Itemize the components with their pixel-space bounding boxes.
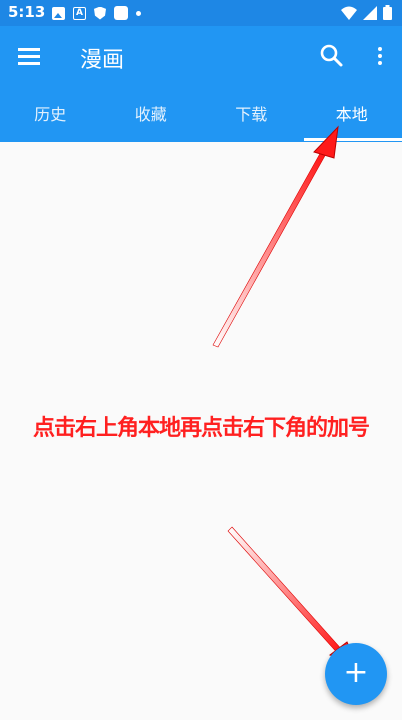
instruction-text: 点击右上角本地再点击右下角的加号 <box>32 415 370 441</box>
square-icon <box>114 6 128 20</box>
more-options-button[interactable] <box>368 40 392 72</box>
status-time: 5:13 <box>8 3 46 21</box>
tab-indicator <box>304 138 402 141</box>
search-icon <box>320 44 343 67</box>
more-vert-icon <box>378 47 382 51</box>
app-bar: 漫画 历史 收藏 下载 本地 <box>0 26 402 142</box>
signal-icon <box>363 5 377 20</box>
tab-history[interactable]: 历史 <box>0 88 101 142</box>
text-a-icon: A <box>73 6 86 20</box>
tab-downloads[interactable]: 下载 <box>201 88 302 142</box>
menu-button[interactable] <box>14 40 46 72</box>
tab-local[interactable]: 本地 <box>302 88 402 142</box>
menu-icon <box>18 48 40 51</box>
battery-icon <box>383 5 392 20</box>
status-icons-right <box>341 5 392 20</box>
photo-icon <box>52 6 65 20</box>
tab-favorites[interactable]: 收藏 <box>101 88 202 142</box>
wifi-icon <box>341 6 357 20</box>
shield-icon <box>94 6 106 20</box>
search-button[interactable] <box>316 40 348 72</box>
tab-bar: 历史 收藏 下载 本地 <box>0 88 402 142</box>
dot-icon <box>136 10 141 16</box>
status-bar: 5:13 A <box>0 0 402 26</box>
plus-icon: + <box>343 655 369 690</box>
page-title: 漫画 <box>80 48 125 73</box>
status-icons-left: A <box>52 6 141 20</box>
add-fab-button[interactable]: + <box>325 643 387 705</box>
